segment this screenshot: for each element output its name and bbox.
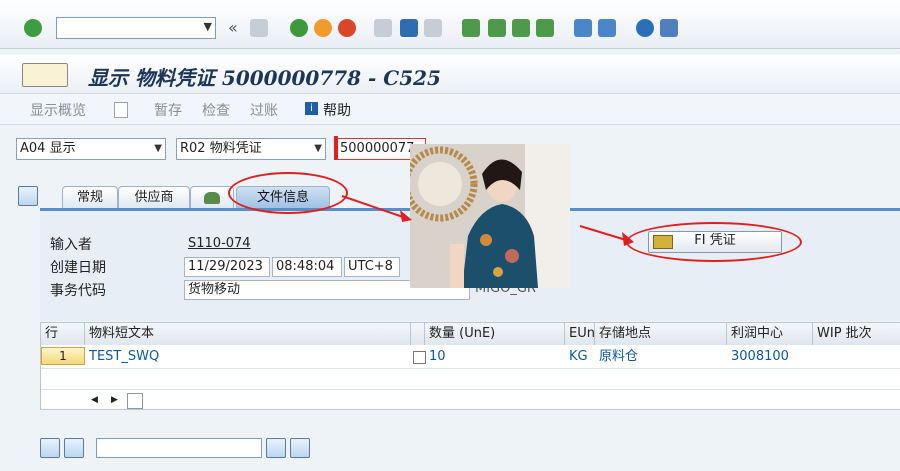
- cell-storage[interactable]: 原料仓: [595, 347, 725, 367]
- cell-profit-center[interactable]: 3008100: [727, 347, 813, 367]
- title-bar: 显示 物料凭证 5000000778 - C525: [0, 55, 900, 94]
- layout-icon[interactable]: [660, 19, 678, 37]
- new-session-icon[interactable]: [574, 19, 592, 37]
- scroll-right-icon[interactable]: ▶: [111, 395, 118, 405]
- cell-quantity[interactable]: 10: [425, 347, 561, 367]
- back-icon[interactable]: [290, 19, 308, 37]
- created-date-label: 创建日期: [50, 260, 106, 276]
- reference-select-value: R02 物料凭证: [180, 141, 262, 156]
- exit-icon[interactable]: [314, 19, 332, 37]
- entered-by-label: 输入者: [50, 237, 92, 253]
- position-input[interactable]: [96, 438, 262, 458]
- enter-check-icon[interactable]: [24, 19, 42, 37]
- column-header-storage[interactable]: 存储地点: [595, 323, 727, 345]
- print-icon[interactable]: [374, 19, 392, 37]
- people-icon: [204, 192, 220, 204]
- find-next-icon[interactable]: [290, 438, 310, 458]
- horizontal-scrollbar[interactable]: [127, 393, 143, 409]
- photo-illustration: [410, 144, 570, 288]
- created-time-value: 08:48:04: [272, 257, 342, 277]
- chevron-down-icon[interactable]: ▼: [154, 139, 162, 159]
- annotation-mark: [334, 136, 338, 160]
- cancel-icon[interactable]: [338, 19, 356, 37]
- cell-material[interactable]: TEST_SWQ: [85, 347, 405, 367]
- select-all-icon[interactable]: [40, 438, 60, 458]
- column-header-flag[interactable]: [411, 323, 425, 345]
- column-header-line[interactable]: 行: [41, 323, 85, 345]
- hold-button[interactable]: 暂存: [154, 100, 182, 120]
- application-toolbar: 显示概览 暂存 检查 过账 i 帮助: [0, 94, 900, 125]
- help-button[interactable]: 帮助: [323, 100, 351, 120]
- document-number-value: 500000077: [340, 141, 415, 156]
- chevron-down-icon[interactable]: ▼: [204, 20, 212, 33]
- command-field[interactable]: ▼: [56, 17, 216, 39]
- overlay-photo: [410, 144, 570, 288]
- column-header-unit[interactable]: EUn: [565, 323, 595, 345]
- column-header-quantity[interactable]: 数量 (UnE): [425, 323, 565, 345]
- shortcut-icon[interactable]: [598, 19, 616, 37]
- save-icon[interactable]: [250, 19, 268, 37]
- annotation-ring-tab: [228, 172, 348, 214]
- annotation-ring-fi: [626, 222, 802, 262]
- scroll-left-icon[interactable]: ◀: [91, 395, 98, 405]
- post-button[interactable]: 过账: [250, 100, 278, 120]
- first-page-icon[interactable]: [462, 19, 480, 37]
- tree-toggle-icon[interactable]: [18, 186, 38, 206]
- grid-line: [41, 389, 900, 390]
- help-icon[interactable]: [636, 19, 654, 37]
- created-date-value: 11/29/2023: [184, 257, 270, 277]
- find-icon[interactable]: [266, 438, 286, 458]
- transaction-code-label: 事务代码: [50, 283, 106, 299]
- next-page-icon[interactable]: [512, 19, 530, 37]
- cell-checkbox[interactable]: [411, 347, 426, 367]
- annotation-arrow-right: [579, 225, 634, 246]
- tab-vendor-label: 供应商: [134, 190, 174, 205]
- timezone-value: UTC+8: [344, 257, 400, 277]
- overview-button[interactable]: 显示概览: [30, 100, 86, 120]
- annotation-arrow-left: [341, 195, 412, 222]
- menu-icon[interactable]: [22, 63, 68, 87]
- entered-by-value: S110-074: [188, 236, 251, 251]
- last-page-icon[interactable]: [536, 19, 554, 37]
- column-header-profit-center[interactable]: 利润中心: [727, 323, 813, 345]
- tab-general-label: 常规: [76, 190, 103, 205]
- check-button[interactable]: 检查: [202, 100, 230, 120]
- grid-line: [41, 368, 900, 369]
- action-select[interactable]: A04 显示 ▼: [16, 138, 166, 160]
- items-table: 行 物料短文本 数量 (UnE) EUn 存储地点 利润中心 WIP 批次 1 …: [40, 322, 900, 410]
- double-chevron-left-icon[interactable]: «: [228, 18, 238, 37]
- deselect-all-icon[interactable]: [64, 438, 84, 458]
- tab-vendor[interactable]: 供应商: [118, 186, 190, 209]
- column-header-material-text[interactable]: 物料短文本: [85, 323, 411, 345]
- page-title: 显示 物料凭证 5000000778 - C525: [88, 66, 441, 90]
- document-icon[interactable]: [114, 102, 128, 118]
- action-select-value: A04 显示: [20, 141, 76, 156]
- tab-contacts[interactable]: [190, 186, 234, 209]
- cell-unit[interactable]: KG: [565, 347, 595, 367]
- row-selector[interactable]: 1: [41, 347, 85, 365]
- reference-select[interactable]: R02 物料凭证 ▼: [176, 138, 326, 160]
- info-icon: i: [305, 102, 318, 115]
- column-header-wip-batch[interactable]: WIP 批次: [813, 323, 900, 345]
- prev-page-icon[interactable]: [488, 19, 506, 37]
- system-toolbar: ▼ «: [0, 0, 900, 49]
- find-next-icon[interactable]: [424, 19, 442, 37]
- tab-general[interactable]: 常规: [62, 186, 118, 209]
- find-icon[interactable]: [400, 19, 418, 37]
- chevron-down-icon[interactable]: ▼: [314, 139, 322, 159]
